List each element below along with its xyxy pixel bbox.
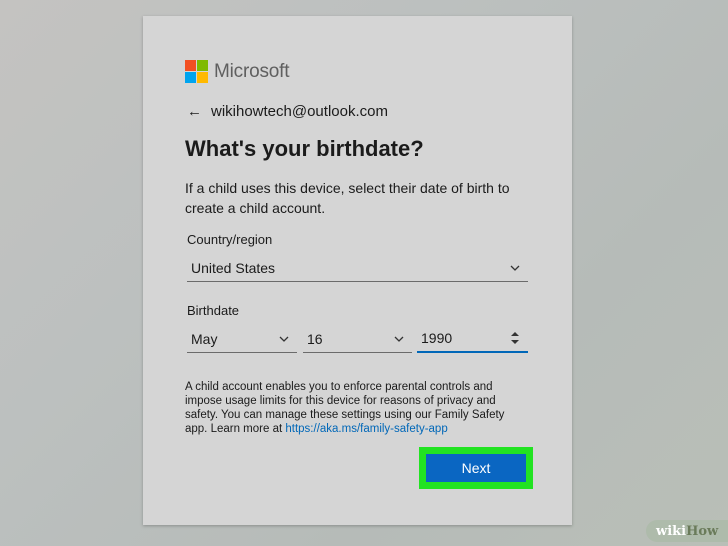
microsoft-logo: Microsoft <box>185 60 289 83</box>
wikihow-watermark: wiki How <box>646 520 728 542</box>
child-account-notice: A child account enables you to enforce p… <box>185 380 525 436</box>
watermark-part1: wiki <box>656 523 687 539</box>
page-description: If a child uses this device, select thei… <box>185 180 510 216</box>
month-value: May <box>191 330 218 347</box>
year-input[interactable]: 1990 <box>417 325 528 353</box>
day-value: 16 <box>307 330 323 347</box>
month-select[interactable]: May <box>187 325 297 353</box>
next-button[interactable]: Next <box>426 454 526 482</box>
chevron-down-icon <box>279 336 289 342</box>
chevron-down-icon <box>510 265 520 271</box>
spinner-arrows-icon[interactable] <box>510 330 520 346</box>
family-safety-link[interactable]: https://aka.ms/family-safety-app <box>285 423 447 435</box>
left-arrow-icon[interactable]: ← <box>187 103 202 120</box>
brand-name: Microsoft <box>214 60 290 82</box>
next-button-highlight: Next <box>419 447 533 489</box>
birthdate-label: Birthdate <box>187 303 240 318</box>
country-label: Country/region <box>187 232 273 247</box>
account-row: ← wikihowtech@outlook.com <box>187 103 388 120</box>
day-select[interactable]: 16 <box>303 325 412 353</box>
signup-card: Microsoft ← wikihowtech@outlook.com What… <box>143 16 572 525</box>
year-value: 1990 <box>421 330 453 346</box>
country-select[interactable]: United States <box>187 254 528 282</box>
chevron-down-icon <box>394 336 404 342</box>
country-value: United States <box>191 259 276 276</box>
page-title: What's your birthdate? <box>185 136 424 161</box>
account-email: wikihowtech@outlook.com <box>211 103 388 120</box>
watermark-part2: How <box>686 523 719 539</box>
microsoft-logo-icon <box>185 60 208 83</box>
